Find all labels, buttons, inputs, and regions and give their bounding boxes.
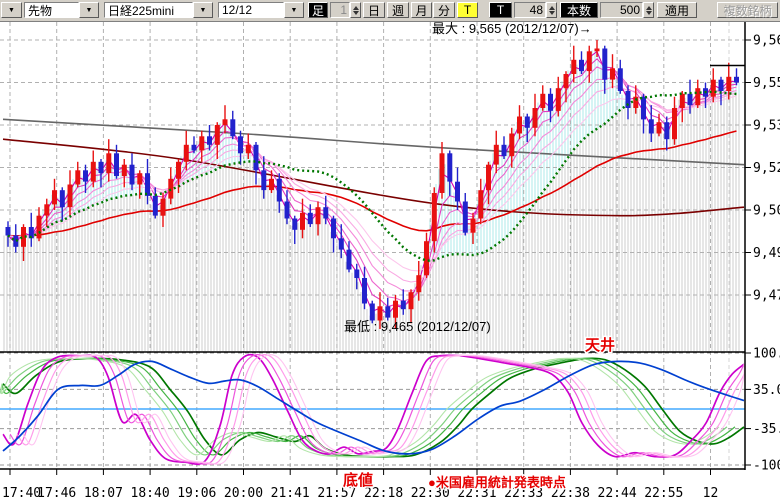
green-dotted-ma — [8, 92, 737, 261]
osc-tick-label: 35.00 — [753, 383, 780, 398]
toolbar: ▼ 先物 ▼ 日経225mini ▼ 12/12 ▼ 足 1 日 週 月 分 T… — [0, 0, 780, 22]
time-axis-label: 22:44 — [598, 486, 637, 500]
time-axis-label: 17:46 — [37, 486, 76, 500]
bottom-annotation: 底値 — [343, 471, 373, 489]
ema-ribbon — [8, 52, 737, 315]
oscillator-panel — [0, 355, 745, 464]
market-select[interactable]: 先物 — [24, 2, 79, 18]
chevron-down-icon: ▼ — [200, 7, 207, 14]
spin-up-icon — [646, 6, 652, 10]
spin-down-icon — [353, 11, 359, 15]
bar-count-spinner[interactable] — [643, 2, 654, 18]
osc-tick-label: 100.00 — [753, 347, 780, 362]
price-tick-label: 9,505 — [753, 204, 780, 219]
event-annotation: ●米国雇用統計発表時点 — [428, 475, 566, 490]
t-value-field[interactable]: 48 — [514, 2, 546, 18]
time-axis-label: 18:40 — [131, 486, 170, 500]
period-minute-button[interactable]: 分 — [433, 2, 455, 18]
period-daily-button[interactable]: 日 — [363, 2, 385, 18]
price-tick-label: 9,565 — [753, 34, 780, 49]
time-axis-label: 21:41 — [271, 486, 310, 500]
time-axis-label: 20:00 — [224, 486, 263, 500]
spin-up-icon — [353, 6, 359, 10]
period-weekly-button[interactable]: 週 — [387, 2, 409, 18]
bar-count-label: 本数 — [560, 2, 598, 18]
apply-button[interactable]: 適用 — [657, 2, 697, 18]
candlesticks — [6, 40, 740, 329]
spin-down-icon — [549, 11, 555, 15]
price-tick-label: 9,490 — [753, 246, 780, 261]
min-price-annotation: 最低 : 9,465 (2012/12/07) — [344, 319, 491, 334]
max-price-annotation: 最大 : 9,565 (2012/12/07)→ — [432, 21, 592, 36]
time-axis-label: 18:07 — [84, 486, 123, 500]
interval-spinner[interactable] — [350, 2, 361, 18]
price-chart-canvas[interactable]: 9,565 9,550 9,535 9,520 9,505 9,490 9,475 100.0… — [0, 0, 780, 500]
price-tick-label: 9,520 — [753, 161, 780, 176]
chevron-down-icon: ▼ — [86, 7, 93, 14]
chart-app-window: { "toolbar": { "window_dropdown_icon": "… — [0, 0, 780, 500]
price-tick-label: 9,550 — [753, 76, 780, 91]
contract-month-select[interactable]: 12/12 — [218, 2, 284, 18]
ceiling-annotation: 天井 — [585, 336, 615, 354]
spin-up-icon — [549, 6, 555, 10]
price-tick-label: 9,535 — [753, 119, 780, 134]
chevron-down-icon: ▼ — [291, 7, 298, 14]
t-parameter-label: T — [489, 2, 512, 18]
bar-count-field[interactable]: 500 — [600, 2, 643, 18]
multi-symbol-button: 複数銘柄 — [717, 2, 778, 18]
market-select-dropdown-button[interactable]: ▼ — [79, 2, 99, 18]
tick-mode-button[interactable]: T — [457, 2, 478, 18]
spin-down-icon — [646, 11, 652, 15]
slow-ma-layer — [3, 119, 744, 236]
time-axis-label: 19:06 — [177, 486, 216, 500]
symbol-select[interactable]: 日経225mini — [104, 2, 193, 18]
t-value-spinner[interactable] — [546, 2, 557, 18]
time-axis-label: 22:55 — [644, 486, 683, 500]
price-tick-label: 9,475 — [753, 289, 780, 304]
time-axis-label: 12 — [703, 486, 719, 500]
chevron-down-icon: ▼ — [8, 7, 15, 14]
time-axis-label: 17:40 — [2, 486, 41, 500]
period-monthly-button[interactable]: 月 — [411, 2, 432, 18]
osc-tick-label: -100.00 — [753, 459, 780, 474]
osc-tick-label: -35.00 — [753, 422, 780, 437]
symbol-select-dropdown-button[interactable]: ▼ — [193, 2, 213, 18]
window-list-dropdown-button[interactable]: ▼ — [1, 2, 22, 18]
ashi-label: 足 — [308, 2, 328, 18]
contract-select-dropdown-button[interactable]: ▼ — [284, 2, 304, 18]
interval-value-field[interactable]: 1 — [330, 2, 350, 18]
